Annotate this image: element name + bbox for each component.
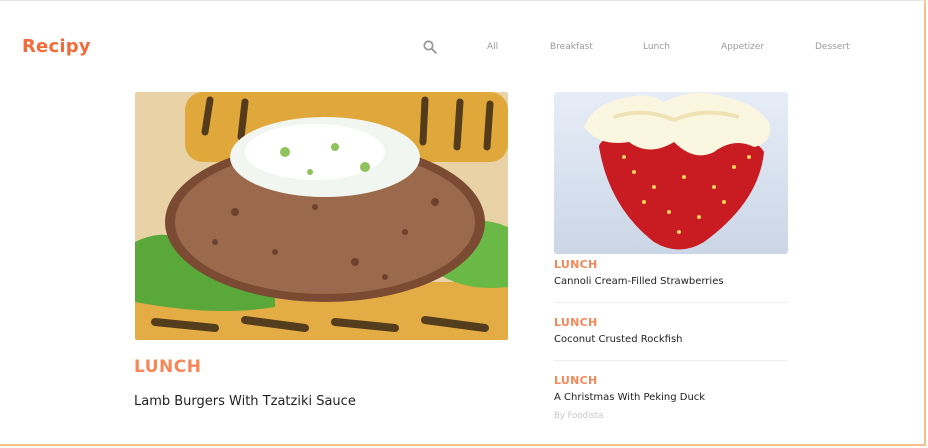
- sidebar-item-title[interactable]: Cannoli Cream-Filled Strawberries: [554, 276, 788, 287]
- sidebar-item-category[interactable]: LUNCH: [554, 258, 788, 271]
- sidebar-recipe-image[interactable]: [554, 92, 788, 254]
- sidebar-item-category[interactable]: LUNCH: [554, 374, 788, 387]
- search-icon[interactable]: [423, 40, 437, 54]
- sidebar-item[interactable]: LUNCH Cannoli Cream-Filled Strawberries: [554, 258, 788, 287]
- nav-item-all[interactable]: All: [487, 42, 498, 52]
- featured-category-label[interactable]: LUNCH: [134, 357, 201, 377]
- nav-item-dessert[interactable]: Dessert: [815, 42, 850, 52]
- sidebar-item-byline: By Foodista: [554, 411, 604, 421]
- featured-recipe-image[interactable]: [135, 92, 508, 340]
- sidebar-item-title[interactable]: A Christmas With Peking Duck: [554, 392, 788, 403]
- site-logo[interactable]: Recipy: [22, 36, 91, 57]
- sidebar-item-category[interactable]: LUNCH: [554, 316, 788, 329]
- divider: [554, 360, 788, 361]
- nav-item-lunch[interactable]: Lunch: [643, 42, 670, 52]
- sidebar-item-title[interactable]: Coconut Crusted Rockfish: [554, 334, 788, 345]
- sidebar-item[interactable]: LUNCH A Christmas With Peking Duck: [554, 374, 788, 403]
- sidebar-item[interactable]: LUNCH Coconut Crusted Rockfish: [554, 316, 788, 345]
- divider: [554, 302, 788, 303]
- featured-recipe-title[interactable]: Lamb Burgers With Tzatziki Sauce: [134, 394, 356, 409]
- nav-item-breakfast[interactable]: Breakfast: [550, 42, 593, 52]
- nav-item-appetizer[interactable]: Appetizer: [721, 42, 764, 52]
